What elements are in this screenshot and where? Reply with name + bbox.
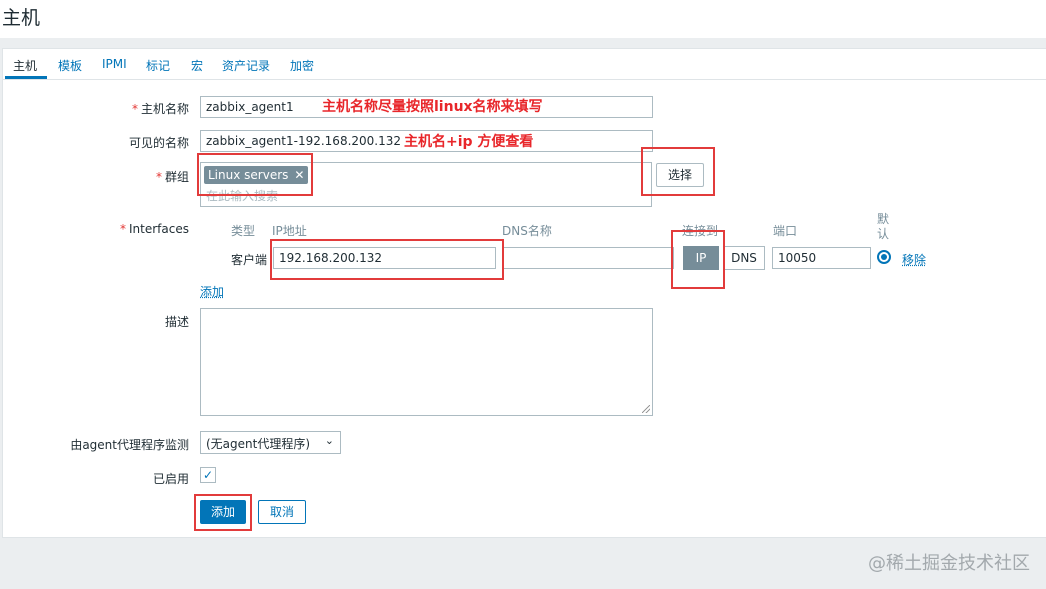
visible-name-annotation: 主机名+ip 方便查看 bbox=[404, 134, 534, 150]
select-groups-button[interactable]: 选择 bbox=[656, 163, 704, 187]
hostname-annotation: 主机名称尽量按照linux名称来填写 bbox=[322, 99, 543, 115]
required-marker: * bbox=[131, 102, 138, 116]
tab-tags[interactable]: 标记 bbox=[146, 57, 170, 74]
col-ip-header: IP地址 bbox=[272, 224, 307, 238]
tab-host[interactable]: 主机 bbox=[13, 57, 37, 74]
col-default-header: 默认 bbox=[877, 212, 890, 241]
remove-chip-icon[interactable]: ✕ bbox=[294, 168, 304, 182]
enabled-label: 已启用 bbox=[152, 472, 189, 486]
proxy-select[interactable]: (无agent代理程序) ⌄ bbox=[200, 431, 341, 454]
hostname-label: * 主机名称 bbox=[131, 102, 189, 116]
description-textarea[interactable] bbox=[200, 308, 653, 416]
visible-name-label: 可见的名称 bbox=[128, 136, 189, 150]
add-button[interactable]: 添加 bbox=[200, 500, 246, 524]
interface-type: 客户端 bbox=[231, 253, 268, 267]
cancel-button[interactable]: 取消 bbox=[258, 500, 306, 524]
required-marker: * bbox=[155, 170, 162, 184]
page-title: 主机 bbox=[2, 7, 41, 29]
resize-handle-icon[interactable] bbox=[642, 405, 650, 413]
col-connect-header: 连接到 bbox=[682, 224, 719, 238]
chevron-down-icon: ⌄ bbox=[324, 434, 334, 447]
active-tab-indicator bbox=[5, 76, 47, 79]
groups-multiselect[interactable]: Linux servers ✕ 在此输入搜索 bbox=[200, 162, 652, 207]
dns-name-input[interactable] bbox=[502, 247, 674, 269]
ip-address-input[interactable]: 192.168.200.132 bbox=[273, 247, 496, 269]
default-interface-radio[interactable] bbox=[877, 250, 891, 264]
col-type-header: 类型 bbox=[231, 224, 256, 238]
add-interface-link[interactable]: 添加 bbox=[200, 283, 224, 300]
tab-inventory[interactable]: 资产记录 bbox=[222, 57, 270, 74]
group-chip: Linux servers ✕ bbox=[204, 166, 309, 184]
host-form-card: 主机 模板 IPMI 标记 宏 资产记录 加密 bbox=[2, 48, 1046, 538]
col-port-header: 端口 bbox=[773, 224, 798, 238]
tab-encryption[interactable]: 加密 bbox=[290, 57, 314, 74]
checkmark-icon: ✓ bbox=[202, 468, 214, 482]
tab-ipmi[interactable]: IPMI bbox=[102, 57, 127, 71]
remove-interface-link[interactable]: 移除 bbox=[902, 251, 926, 268]
proxy-label: 由agent代理程序监测 bbox=[70, 438, 189, 452]
connect-dns-toggle[interactable]: DNS bbox=[723, 246, 765, 270]
tab-templates[interactable]: 模板 bbox=[58, 57, 82, 74]
port-input[interactable]: 10050 bbox=[772, 247, 871, 269]
required-marker: * bbox=[120, 222, 127, 236]
col-dns-header: DNS名称 bbox=[502, 224, 552, 238]
tab-bar: 主机 模板 IPMI 标记 宏 资产记录 加密 bbox=[3, 49, 1046, 80]
description-label: 描述 bbox=[164, 315, 189, 329]
enabled-checkbox[interactable]: ✓ bbox=[200, 467, 216, 483]
watermark: @稀土掘金技术社区 bbox=[868, 553, 1030, 574]
tab-macros[interactable]: 宏 bbox=[191, 57, 203, 74]
proxy-selected-value: (无agent代理程序) bbox=[206, 437, 311, 451]
page-header: 主机 bbox=[0, 0, 1046, 38]
connect-ip-toggle[interactable]: IP bbox=[683, 246, 719, 270]
interfaces-label: * Interfaces bbox=[120, 222, 189, 236]
groups-label: * 群组 bbox=[155, 170, 189, 184]
groups-search-placeholder[interactable]: 在此输入搜索 bbox=[206, 187, 278, 204]
